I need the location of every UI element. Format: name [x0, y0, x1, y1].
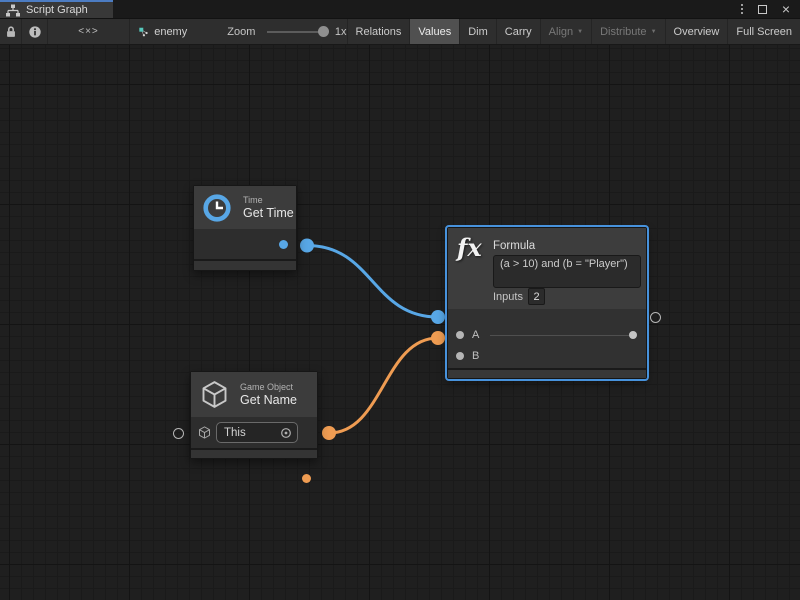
- graph-name-label[interactable]: enemy: [154, 26, 187, 38]
- get-name-footer: [191, 448, 317, 458]
- relations-button[interactable]: Relations: [348, 19, 411, 44]
- script-graph-icon: [6, 4, 20, 17]
- formula-footer: [448, 368, 646, 378]
- overview-button[interactable]: Overview: [666, 19, 729, 44]
- zoom-slider-handle[interactable]: [318, 26, 329, 37]
- window-controls: ×: [741, 0, 800, 18]
- window-menu-icon[interactable]: [741, 4, 743, 14]
- graph-toolbar: <×> enemy Zoom 1x Relations Values Dim C…: [0, 19, 800, 45]
- zoom-slider[interactable]: [267, 31, 324, 33]
- node-get-name[interactable]: Game Object Get Name This: [190, 371, 318, 459]
- breadcrumb: enemy Zoom 1x: [130, 19, 348, 44]
- dim-button[interactable]: Dim: [460, 19, 497, 44]
- node-get-time[interactable]: Time Get Time: [193, 185, 297, 271]
- relation-line: [490, 335, 633, 336]
- target-cube-icon: [197, 425, 212, 440]
- code-icon: <×>: [78, 26, 99, 37]
- wire-endpoint-orange-end[interactable]: [431, 331, 445, 345]
- get-time-header: Time Get Time: [194, 186, 296, 229]
- node-category: Game Object: [240, 382, 297, 392]
- node-category: Time: [243, 195, 294, 205]
- formula-result-port-ring[interactable]: [650, 312, 661, 323]
- get-time-output-port[interactable]: [279, 240, 288, 249]
- node-title: Formula: [493, 240, 535, 252]
- formula-input-port-a[interactable]: [456, 331, 464, 339]
- align-button[interactable]: Align▼: [541, 19, 592, 44]
- get-name-input-port-ring[interactable]: [173, 428, 184, 439]
- inputs-label: Inputs: [493, 291, 523, 303]
- values-button[interactable]: Values: [410, 19, 460, 44]
- wire-endpoint-blue-start[interactable]: [300, 239, 314, 253]
- node-title: Get Time: [243, 206, 294, 220]
- carry-button[interactable]: Carry: [497, 19, 541, 44]
- formula-input-port-b[interactable]: [456, 352, 464, 360]
- distribute-button[interactable]: Distribute▼: [592, 19, 665, 44]
- get-name-body: This: [191, 417, 317, 448]
- inputs-count-field[interactable]: 2: [528, 288, 545, 305]
- get-name-header: Game Object Get Name: [191, 372, 317, 417]
- lock-icon: [4, 25, 18, 39]
- wire-endpoint-blue-end[interactable]: [431, 310, 445, 324]
- graph-canvas[interactable]: Time Get Time fx Formula (a > 10) and (b…: [0, 45, 800, 600]
- formula-fx-icon: fx: [457, 233, 482, 262]
- lock-button[interactable]: [0, 19, 22, 44]
- chevron-down-icon: ▼: [577, 29, 583, 35]
- tab-title: Script Graph: [26, 4, 88, 16]
- formula-output-port[interactable]: [629, 331, 637, 339]
- edit-code-button[interactable]: <×>: [48, 19, 130, 44]
- wire-endpoint-orange-start[interactable]: [322, 426, 336, 440]
- object-picker-icon[interactable]: [280, 427, 292, 439]
- node-formula[interactable]: fx Formula (a > 10) and (b = "Player") I…: [447, 227, 647, 379]
- maximize-icon[interactable]: [758, 5, 767, 14]
- graph-asset-icon: [139, 25, 148, 39]
- chevron-down-icon: ▼: [651, 29, 657, 35]
- port-label-a: A: [472, 329, 479, 341]
- get-name-output-port[interactable]: [302, 474, 311, 483]
- port-label-b: B: [472, 350, 479, 362]
- script-graph-window: Script Graph × <×>: [0, 0, 800, 600]
- get-time-footer: [194, 259, 296, 270]
- formula-header: fx Formula (a > 10) and (b = "Player") I…: [448, 228, 646, 309]
- info-button[interactable]: [22, 19, 48, 44]
- get-time-body: [194, 229, 296, 259]
- game-object-cube-icon: [198, 378, 231, 411]
- clock-icon: [202, 193, 232, 223]
- info-icon: [28, 25, 42, 39]
- zoom-value: 1x: [335, 26, 347, 38]
- formula-body: A B: [448, 309, 646, 368]
- target-object-field[interactable]: This: [216, 422, 298, 443]
- formula-expression-input[interactable]: (a > 10) and (b = "Player"): [493, 255, 641, 288]
- title-bar: Script Graph ×: [0, 0, 800, 19]
- node-title: Get Name: [240, 393, 297, 407]
- connection-getname-to-formula-b[interactable]: [329, 338, 438, 433]
- connection-gettime-to-formula-a[interactable]: [307, 246, 438, 318]
- tab-script-graph[interactable]: Script Graph: [0, 0, 113, 18]
- connections-layer: [0, 45, 800, 600]
- zoom-label: Zoom: [227, 26, 255, 38]
- full-screen-button[interactable]: Full Screen: [728, 19, 800, 44]
- target-value: This: [224, 427, 246, 439]
- close-icon[interactable]: ×: [782, 4, 790, 14]
